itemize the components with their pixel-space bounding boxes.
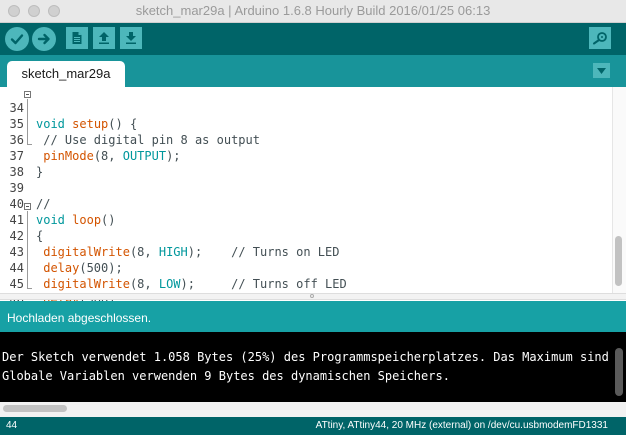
serial-monitor-button[interactable] [589,27,611,49]
code-line: 35 // Use digital pin 8 as output [0,100,260,147]
title-bar: sketch_mar29a | Arduino 1.6.8 Hourly Bui… [0,0,626,23]
save-icon [126,32,136,44]
console-line: Globale Variablen verwenden 9 Bytes des … [2,369,450,383]
code-line: 45 delay(500); [0,260,123,307]
console-line: Der Sketch verwendet 1.058 Bytes (25%) d… [2,350,626,364]
window-title: sketch_mar29a | Arduino 1.6.8 Hourly Bui… [135,3,491,18]
code-text: { [36,229,44,243]
status-area: Hochladen abgeschlossen. [0,301,626,332]
editor-scrollbar-thumb[interactable] [615,236,622,286]
status-message: Hochladen abgeschlossen. [7,311,152,325]
open-button[interactable] [93,27,115,49]
code-line: 37 } [0,132,44,179]
code-line: 46 } [0,276,44,323]
code-line: 39 // [0,164,51,211]
tab-menu-button[interactable] [593,63,610,78]
code-line: 43 delay(500); [0,228,123,275]
code-line: 34 void setup() { [0,84,138,131]
code-text: digitalWrite(8, LOW); // Turns off LED [43,277,347,291]
board-info: ATtiny, ATtiny44, 20 MHz (external) on /… [315,420,608,431]
code-line: 40 void loop() [0,180,116,227]
code-line: 36 pinMode(8, OUTPUT); [0,116,181,163]
code-text: // Use digital pin 8 as output [36,133,260,147]
divider-grip-icon[interactable] [310,294,314,298]
code-text: digitalWrite(8, HIGH); // Turns on LED [43,245,340,259]
chevron-down-icon [597,67,606,74]
code-text: void loop() [36,213,116,227]
tab-bar: sketch_mar29a [0,55,626,87]
new-sketch-button[interactable] [66,27,88,49]
code-line: 41 { [0,196,44,243]
code-line: 44 digitalWrite(8, LOW); // Turns off LE… [0,244,347,291]
console-output[interactable]: Der Sketch verwendet 1.058 Bytes (25%) d… [0,332,626,402]
code-line: 38 [0,148,29,179]
code-editor[interactable]: 34 void setup() { 35 // Use digital pin … [0,84,626,323]
cursor-line-number: 44 [6,420,18,431]
serial-monitor-icon [593,32,607,45]
code-text: void setup() { [36,117,138,131]
arrow-right-icon [37,33,50,45]
code-text: delay(500); [43,261,123,275]
code-text: // [36,197,51,211]
verify-button[interactable] [5,27,29,51]
code-text: pinMode(8, OUTPUT); [43,149,181,163]
console-scrollbar-thumb[interactable] [615,348,623,396]
upload-button[interactable] [32,27,56,51]
open-icon [99,32,109,44]
code-line: 42 digitalWrite(8, HIGH); // Turns on LE… [0,212,340,259]
footer-bar: 44 ATtiny, ATtiny44, 20 MHz (external) o… [0,417,626,435]
save-button[interactable] [120,27,142,49]
console-hscrollbar[interactable] [0,402,626,417]
console-hscrollbar-thumb[interactable] [3,405,67,412]
toolbar [0,23,626,55]
code-text: } [36,165,44,179]
new-file-icon [72,32,82,44]
checkmark-icon [10,34,24,45]
